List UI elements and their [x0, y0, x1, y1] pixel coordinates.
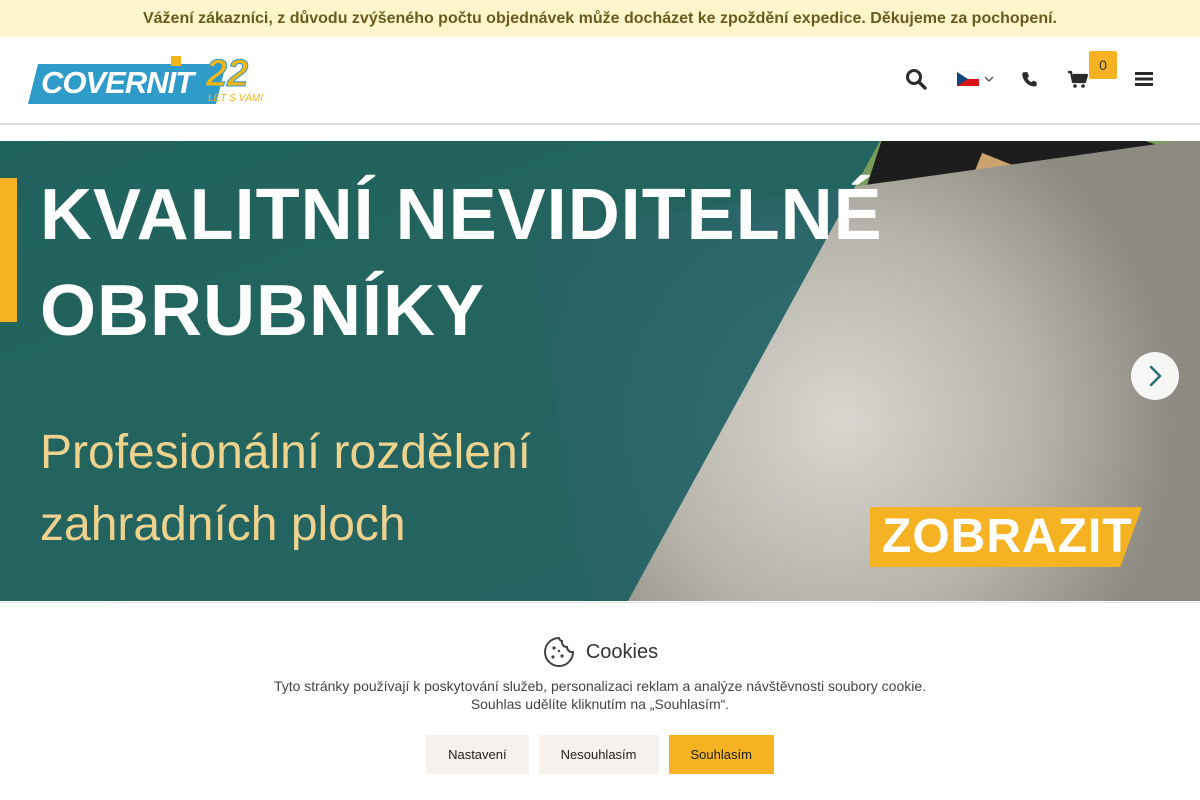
- logo-dot: [171, 56, 181, 66]
- cart-icon[interactable]: [1066, 67, 1090, 91]
- chevron-right-icon: [1149, 365, 1162, 387]
- hero-subheadline: Profesionální rozdělení zahradních ploch: [40, 417, 531, 561]
- flag-cz-icon: [956, 71, 994, 86]
- cookie-consent-panel: Cookies Tyto stránky používají k poskyto…: [0, 602, 1200, 800]
- cookie-decline-button[interactable]: Nesouhlasím: [538, 735, 659, 774]
- cookie-text-line1: Tyto stránky používají k poskytování slu…: [273, 678, 927, 694]
- cookie-text-line2: Souhlas udělíte kliknutím na „Souhlasím“…: [470, 696, 730, 712]
- site-header: COVERNIT 22 LET S VÁMI 0: [0, 37, 1200, 125]
- logo-number: 22: [205, 53, 249, 96]
- logo-text: COVERNIT: [41, 65, 194, 100]
- cookie-description: Tyto stránky používají k poskytování slu…: [0, 677, 1200, 713]
- cookie-buttons: Nastavení Nesouhlasím Souhlasím: [0, 735, 1200, 774]
- hero-show-button[interactable]: ZOBRAZIT: [870, 507, 1142, 567]
- hero-headline-line2: OBRUBNÍKY: [40, 271, 486, 351]
- cookie-icon: [543, 636, 574, 667]
- cart-count-badge[interactable]: 0: [1089, 51, 1117, 79]
- chevron-down-icon: [984, 76, 994, 82]
- carousel-next-button[interactable]: [1131, 352, 1179, 400]
- shipping-delay-notice: Vážení zákazníci, z důvodu zvýšeného poč…: [0, 0, 1200, 37]
- logo-tagline: LET S VÁMI: [208, 93, 264, 104]
- cookie-accept-button[interactable]: Souhlasím: [668, 735, 774, 774]
- hero-sub-line2: zahradních ploch: [40, 498, 406, 551]
- language-selector[interactable]: [956, 67, 996, 91]
- cookie-title: Cookies: [585, 640, 659, 663]
- hero-banner[interactable]: KVALITNÍ NEVIDITELNÉ OBRUBNÍKY Profesion…: [0, 141, 1200, 601]
- hero-headline: KVALITNÍ NEVIDITELNÉ OBRUBNÍKY: [40, 167, 883, 359]
- cookie-settings-button[interactable]: Nastavení: [426, 735, 529, 774]
- hero-accent-bar: [0, 178, 17, 322]
- search-icon[interactable]: [904, 67, 928, 91]
- phone-icon[interactable]: [1018, 67, 1042, 91]
- hero-sub-line1: Profesionální rozdělení: [40, 426, 531, 479]
- cookie-title-row: Cookies: [0, 635, 1200, 669]
- covernit-logo[interactable]: COVERNIT 22 LET S VÁMI: [28, 53, 278, 105]
- menu-icon[interactable]: [1132, 67, 1156, 91]
- hero-headline-line1: KVALITNÍ NEVIDITELNÉ: [40, 175, 883, 255]
